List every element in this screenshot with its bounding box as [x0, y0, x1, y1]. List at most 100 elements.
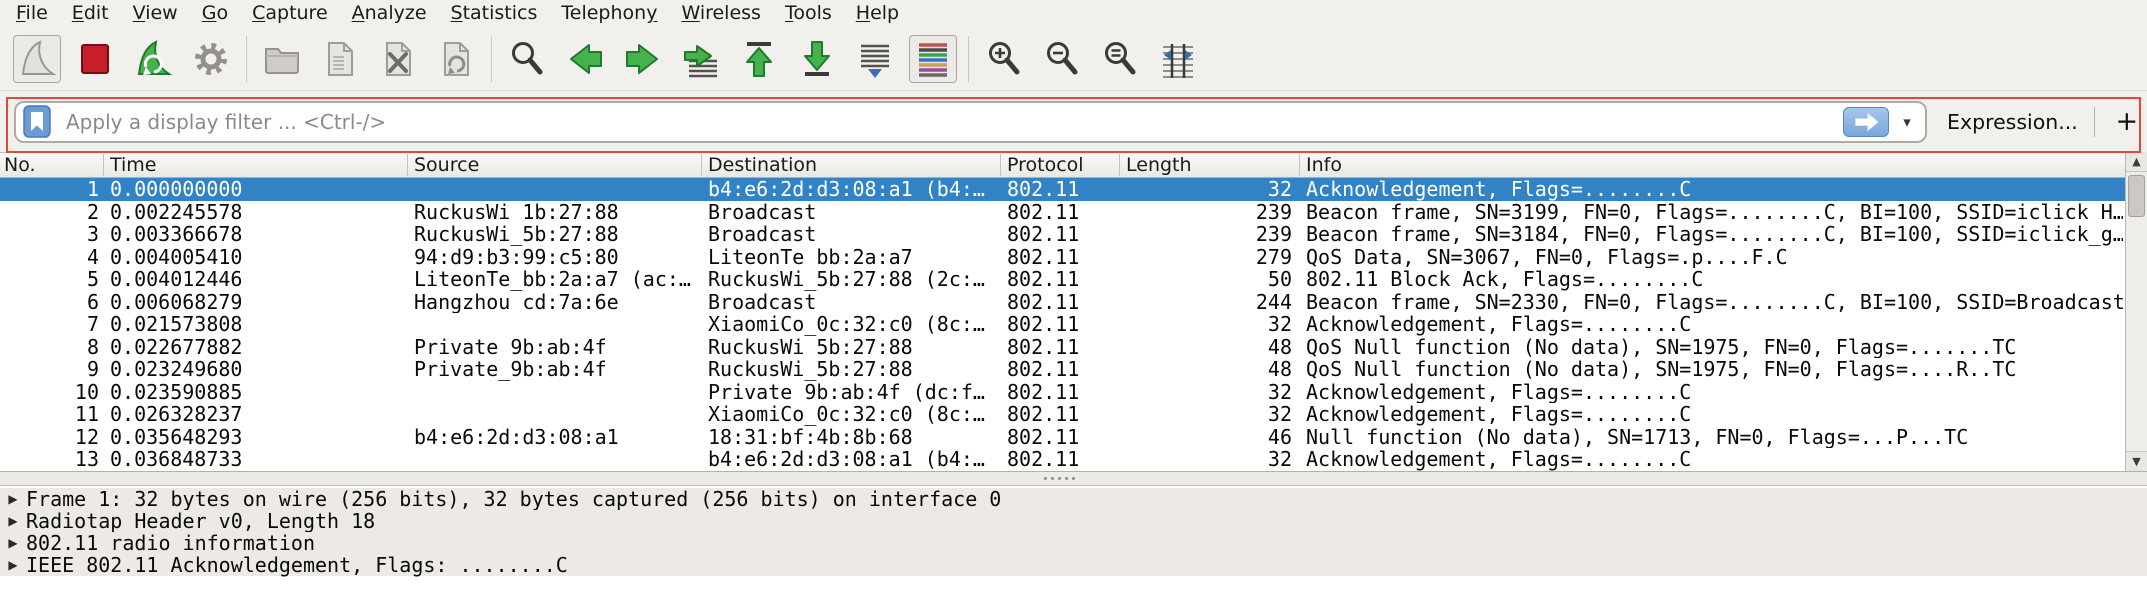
column-header-length[interactable]: Length — [1126, 153, 1289, 177]
cell-protocol: 802.11 — [1007, 381, 1117, 404]
zoom-out-button[interactable] — [1038, 35, 1086, 83]
packet-row-9[interactable]: 90.023249680Private_9b:ab:4fRuckusWi_5b:… — [0, 358, 2125, 381]
column-header-info[interactable]: Info — [1306, 153, 2122, 177]
column-header-destination[interactable]: Destination — [708, 153, 997, 177]
column-header-source[interactable]: Source — [414, 153, 698, 177]
packet-row-7[interactable]: 70.021573808XiaomiCo_0c:32:c0 (8c:…802.1… — [0, 313, 2125, 336]
cell-time: 0.035648293 — [110, 426, 405, 449]
cell-no: 8 — [0, 336, 99, 359]
stop-capture-button[interactable] — [71, 35, 119, 83]
detail-row-0[interactable]: ▶Frame 1: 32 bytes on wire (256 bits), 3… — [0, 488, 2147, 510]
cell-info: QoS Null function (No data), SN=1975, FN… — [1306, 358, 2123, 381]
cell-destination: XiaomiCo_0c:32:c0 (8c:… — [708, 313, 998, 336]
shark-fin-icon — [17, 39, 57, 79]
zoom-reset-button[interactable] — [1096, 35, 1144, 83]
scrollbar-grip-dots[interactable] — [1044, 477, 1075, 480]
column-divider[interactable] — [407, 154, 408, 176]
packet-row-13[interactable]: 130.036848733b4:e6:2d:d3:08:a1 (b4:…802.… — [0, 448, 2125, 471]
arrow-top-icon — [739, 39, 779, 79]
vertical-scrollbar-thumb[interactable] — [2128, 175, 2145, 217]
packet-row-10[interactable]: 100.023590885Private_9b:ab:4f (dc:f…802.… — [0, 381, 2125, 404]
auto-scroll-button[interactable] — [851, 35, 899, 83]
cell-source — [414, 381, 699, 404]
menu-view[interactable]: View — [121, 0, 190, 27]
resize-columns-button[interactable] — [1154, 35, 1202, 83]
save-file-button — [316, 35, 364, 83]
menu-tools[interactable]: Tools — [773, 0, 844, 27]
restart-capture-button[interactable] — [129, 35, 177, 83]
packet-row-12[interactable]: 120.035648293b4:e6:2d:d3:08:a118:31:bf:4… — [0, 426, 2125, 449]
column-header-no[interactable]: No. — [4, 153, 97, 177]
detail-row-3[interactable]: ▶IEEE 802.11 Acknowledgement, Flags: ...… — [0, 554, 2147, 576]
detail-text: Radiotap Header v0, Length 18 — [26, 509, 375, 533]
packet-row-8[interactable]: 80.022677882Private_9b:ab:4fRuckusWi_5b:… — [0, 336, 2125, 359]
next-packet-button[interactable] — [619, 35, 667, 83]
column-divider[interactable] — [1000, 154, 1001, 176]
packet-row-4[interactable]: 40.00400541094:d9:b3:99:c5:80LiteonTe_bb… — [0, 246, 2125, 269]
cell-length: 32 — [1119, 381, 1292, 404]
filter-history-caret[interactable]: ▾ — [1893, 113, 1921, 131]
menu-telephony[interactable]: Telephony — [549, 0, 669, 27]
apply-arrow-icon — [1848, 108, 1884, 136]
expression-button[interactable]: Expression... — [1947, 110, 2078, 134]
capture-options-button[interactable] — [187, 35, 235, 83]
open-file-button — [258, 35, 306, 83]
colorize-packets-button[interactable] — [909, 35, 957, 83]
menu-edit[interactable]: Edit — [60, 0, 121, 27]
cell-no: 3 — [0, 223, 99, 246]
cell-no: 2 — [0, 201, 99, 224]
vertical-scrollbar[interactable]: ▲ ▼ — [2125, 152, 2147, 471]
packet-row-2[interactable]: 20.002245578RuckusWi_1b:27:88Broadcast80… — [0, 201, 2125, 224]
scroll-down-arrow-icon[interactable]: ▼ — [2126, 451, 2147, 471]
add-filter-button[interactable]: + — [2111, 106, 2143, 137]
packet-row-5[interactable]: 50.004012446LiteonTe_bb:2a:a7 (ac:…Rucku… — [0, 268, 2125, 291]
cell-length: 32 — [1119, 448, 1292, 471]
cell-info: QoS Null function (No data), SN=1975, FN… — [1306, 336, 2123, 359]
column-divider[interactable] — [1299, 154, 1300, 176]
collapsed-triangle-icon[interactable]: ▶ — [0, 536, 26, 550]
menu-file[interactable]: File — [4, 0, 60, 27]
column-divider[interactable] — [103, 154, 104, 176]
display-filter-input[interactable]: Apply a display filter ... <Ctrl-/> ▾ — [14, 101, 1927, 143]
packet-row-1[interactable]: 10.000000000b4:e6:2d:d3:08:a1 (b4:…802.1… — [0, 178, 2125, 201]
menu-statistics[interactable]: Statistics — [439, 0, 550, 27]
bookmark-icon[interactable] — [23, 105, 51, 138]
collapsed-triangle-icon[interactable]: ▶ — [0, 558, 26, 572]
find-packet-button[interactable] — [503, 35, 551, 83]
cell-source: Hangzhou_cd:7a:6e — [414, 291, 699, 314]
menu-analyze[interactable]: Analyze — [340, 0, 439, 27]
cell-destination: RuckusWi_5b:27:88 (2c:… — [708, 268, 998, 291]
column-divider[interactable] — [701, 154, 702, 176]
cell-no: 6 — [0, 291, 99, 314]
packet-row-6[interactable]: 60.006068279Hangzhou_cd:7a:6eBroadcast80… — [0, 291, 2125, 314]
cell-info: Acknowledgement, Flags=........C — [1306, 403, 2123, 426]
detail-row-2[interactable]: ▶802.11 radio information — [0, 532, 2147, 554]
cell-source: b4:e6:2d:d3:08:a1 — [414, 426, 699, 449]
cell-source: 94:d9:b3:99:c5:80 — [414, 246, 699, 269]
collapsed-triangle-icon[interactable]: ▶ — [0, 492, 26, 506]
first-packet-button[interactable] — [735, 35, 783, 83]
column-divider[interactable] — [1119, 154, 1120, 176]
menu-wireless[interactable]: Wireless — [669, 0, 773, 27]
menu-capture[interactable]: Capture — [240, 0, 340, 27]
main-toolbar — [0, 27, 2147, 91]
horizontal-scrollbar[interactable] — [0, 471, 2147, 486]
go-to-packet-button[interactable] — [677, 35, 725, 83]
column-header-time[interactable]: Time — [110, 153, 404, 177]
apply-filter-button[interactable] — [1843, 107, 1889, 137]
cell-destination: Private_9b:ab:4f (dc:f… — [708, 381, 998, 404]
detail-row-1[interactable]: ▶Radiotap Header v0, Length 18 — [0, 510, 2147, 532]
last-packet-button[interactable] — [793, 35, 841, 83]
collapsed-triangle-icon[interactable]: ▶ — [0, 514, 26, 528]
menu-help[interactable]: Help — [844, 0, 911, 27]
column-header-protocol[interactable]: Protocol — [1007, 153, 1116, 177]
scroll-up-arrow-icon[interactable]: ▲ — [2126, 152, 2147, 172]
packet-row-3[interactable]: 30.003366678RuckusWi_5b:27:88Broadcast80… — [0, 223, 2125, 246]
cell-time: 0.036848733 — [110, 448, 405, 471]
previous-packet-button[interactable] — [561, 35, 609, 83]
cell-protocol: 802.11 — [1007, 291, 1117, 314]
packet-row-11[interactable]: 110.026328237XiaomiCo_0c:32:c0 (8c:…802.… — [0, 403, 2125, 426]
cell-source: Private_9b:ab:4f — [414, 358, 699, 381]
zoom-in-button[interactable] — [980, 35, 1028, 83]
menu-go[interactable]: Go — [190, 0, 240, 27]
